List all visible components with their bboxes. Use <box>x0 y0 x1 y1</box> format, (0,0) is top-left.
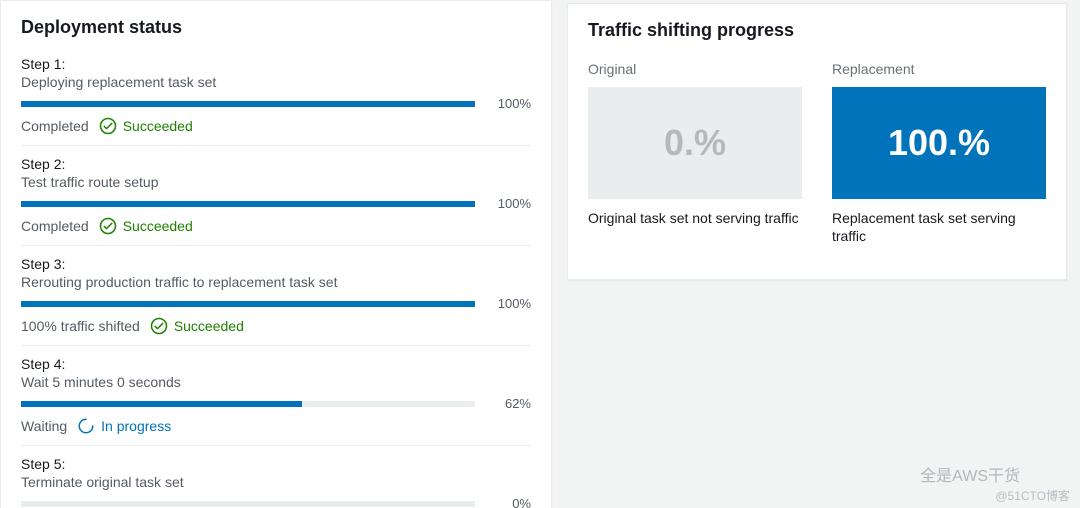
deployment-step: Step 1: Deploying replacement task set 1… <box>21 56 531 146</box>
traffic-replacement-col: Replacement 100.% Replacement task set s… <box>832 61 1046 245</box>
step-title: Step 3: <box>21 256 531 272</box>
traffic-replacement-desc: Replacement task set serving traffic <box>832 209 1046 245</box>
traffic-replacement-label: Replacement <box>832 61 1046 77</box>
divider <box>21 445 531 446</box>
step-state: 100% traffic shifted <box>21 318 140 334</box>
progress-bar <box>21 101 475 107</box>
deployment-step: Step 5: Terminate original task set 0% N… <box>21 456 531 508</box>
step-title: Step 4: <box>21 356 531 372</box>
deployment-step: Step 4: Wait 5 minutes 0 seconds 62% Wai… <box>21 356 531 446</box>
progress-bar <box>21 201 475 207</box>
progress-bar <box>21 501 475 507</box>
traffic-replacement-pct: 100.% <box>832 87 1046 199</box>
in-progress-icon <box>77 417 95 435</box>
step-state: Completed <box>21 218 89 234</box>
step-desc: Deploying replacement task set <box>21 74 531 90</box>
step-status: Succeeded <box>99 117 193 135</box>
step-title: Step 2: <box>21 156 531 172</box>
traffic-original-pct: 0.% <box>588 87 802 199</box>
progress-pct: 0% <box>489 496 531 508</box>
watermark-wechat: 全是AWS干货 <box>920 462 1020 486</box>
deployment-step: Step 2: Test traffic route setup 100% Co… <box>21 156 531 246</box>
watermark-51cto: @51CTO博客 <box>995 487 1070 504</box>
step-desc: Wait 5 minutes 0 seconds <box>21 374 531 390</box>
progress-pct: 100% <box>489 96 531 111</box>
deployment-status-panel: Deployment status Step 1: Deploying repl… <box>0 0 552 508</box>
progress-pct: 62% <box>489 396 531 411</box>
deployment-step: Step 3: Rerouting production traffic to … <box>21 256 531 346</box>
traffic-original-desc: Original task set not serving traffic <box>588 209 802 227</box>
step-status: Succeeded <box>99 217 193 235</box>
step-title: Step 5: <box>21 456 531 472</box>
progress-bar <box>21 301 475 307</box>
deployment-status-title: Deployment status <box>21 17 531 38</box>
step-desc: Test traffic route setup <box>21 174 531 190</box>
traffic-shifting-panel: Traffic shifting progress Original 0.% O… <box>567 3 1067 280</box>
progress-pct: 100% <box>489 196 531 211</box>
success-check-icon <box>150 317 168 335</box>
traffic-original-col: Original 0.% Original task set not servi… <box>588 61 802 245</box>
step-title: Step 1: <box>21 56 531 72</box>
progress-pct: 100% <box>489 296 531 311</box>
step-status: Succeeded <box>150 317 244 335</box>
divider <box>21 245 531 246</box>
step-state: Waiting <box>21 418 67 434</box>
progress-bar <box>21 401 475 407</box>
step-desc: Rerouting production traffic to replacem… <box>21 274 531 290</box>
step-status: In progress <box>77 417 171 435</box>
success-check-icon <box>99 217 117 235</box>
success-check-icon <box>99 117 117 135</box>
step-state: Completed <box>21 118 89 134</box>
divider <box>21 145 531 146</box>
divider <box>21 345 531 346</box>
step-desc: Terminate original task set <box>21 474 531 490</box>
traffic-original-label: Original <box>588 61 802 77</box>
traffic-shifting-title: Traffic shifting progress <box>588 20 1046 41</box>
